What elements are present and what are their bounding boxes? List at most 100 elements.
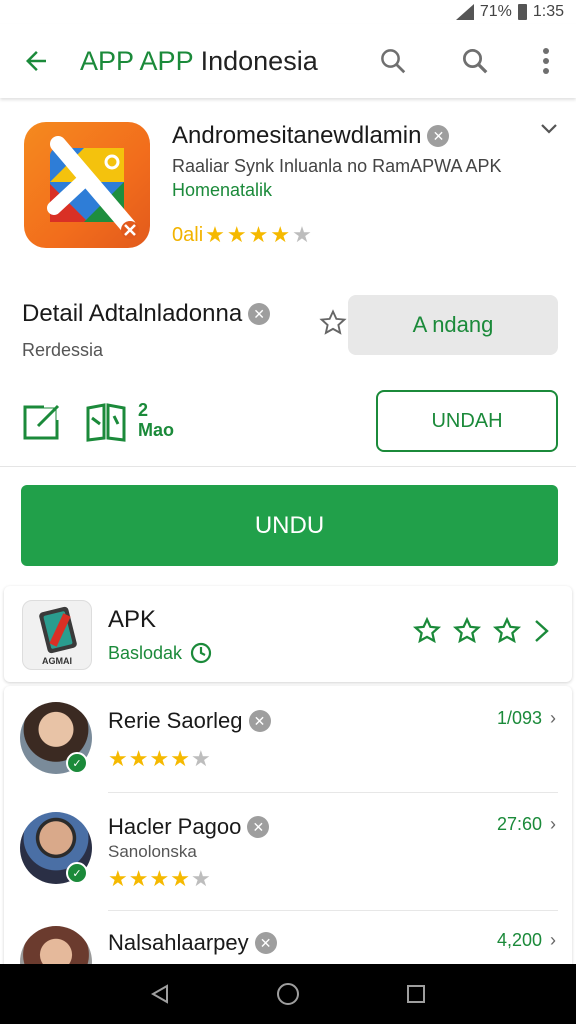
star-filled-icon: ★: [108, 866, 128, 891]
apk-subtitle: Baslodak: [108, 642, 212, 664]
square-recents-icon: [407, 985, 425, 1003]
verified-badge-icon: ✓: [66, 862, 88, 884]
edit-box-icon[interactable]: [22, 402, 62, 442]
app-logo-icon: [47, 136, 139, 239]
person-name-text: Hacler Pagoo: [108, 814, 242, 839]
person-count-text: 4,200: [496, 930, 542, 950]
install-pill-button[interactable]: A ndang: [348, 295, 558, 355]
person-rating: ★ ★ ★ ★ ★: [108, 866, 211, 892]
nav-home-button[interactable]: [268, 974, 308, 1014]
star-outline-icon: [319, 309, 347, 335]
chevron-right-icon: ›: [550, 930, 556, 950]
app-name-text: Andromesitanewdlamin: [172, 122, 422, 149]
undu-button[interactable]: UNDU: [21, 485, 558, 566]
size-value: 2: [138, 400, 149, 420]
search-icon: [381, 49, 406, 74]
app-bar-title: APP APP Indonesia: [72, 46, 352, 77]
star-filled-icon: ★: [270, 222, 291, 247]
app-developer: Raaliar Synk Inluanla no RamAPWA APK: [172, 156, 502, 176]
detail-title-text: Detail Adtalnladonna: [22, 300, 243, 327]
rating-text: 0ali: [172, 223, 204, 246]
person-name: Hacler Pagoo ✕: [108, 814, 270, 840]
person-name: Nalsahlaarpey ✕: [108, 930, 277, 956]
info-badge-icon: ✕: [248, 710, 271, 732]
app-name: Andromesitanewdlamin ✕: [172, 122, 450, 150]
triangle-back-icon: [150, 984, 168, 1004]
star-filled-icon: ★: [149, 866, 170, 891]
book-icon[interactable]: [84, 402, 128, 442]
system-nav-bar: [0, 964, 576, 1024]
star-filled-icon: ★: [170, 866, 190, 891]
person-count: 27:60 ›: [497, 814, 556, 835]
person-count-text: 27:60: [496, 814, 542, 834]
battery-icon: [517, 4, 527, 20]
developer-link[interactable]: Homenatalik: [172, 180, 272, 201]
status-bar: 71% 1:35: [0, 0, 576, 24]
back-button[interactable]: [0, 24, 72, 98]
list-item[interactable]: ✓ Hacler Pagoo ✕ Sanolonska ★ ★ ★ ★ ★ 27:60 …: [4, 804, 572, 922]
star-filled-icon: ★: [226, 222, 247, 247]
app-header: Andromesitanewdlamin ✕ Raaliar Synk Inlu…: [0, 100, 576, 280]
info-badge-icon: ✕: [427, 125, 450, 147]
star-filled-icon: ★: [248, 222, 269, 247]
person-count: 4,200 ›: [497, 930, 556, 951]
apk-title: APK: [108, 606, 157, 633]
app-bar-title-dark: Indonesia: [200, 45, 318, 76]
chevron-right-icon: ›: [550, 708, 556, 728]
wishlist-button[interactable]: [318, 308, 348, 338]
expand-button[interactable]: [540, 122, 558, 140]
divider: [108, 910, 558, 911]
info-badge-icon: ✕: [248, 303, 271, 325]
chevron-down-icon: [541, 124, 557, 134]
size-unit: Mao: [138, 420, 174, 440]
person-count: 1/093 ›: [497, 708, 556, 729]
person-subtitle: Sanolonska: [108, 842, 197, 861]
search-button-2[interactable]: [434, 24, 516, 98]
app-bar-title-green: APP APP: [80, 45, 194, 76]
more-vert-icon: [543, 48, 549, 74]
chevron-right-icon: [535, 620, 549, 642]
star-outline-icon: [492, 616, 522, 644]
star-empty-icon: ★: [190, 866, 211, 891]
divider: [108, 792, 558, 793]
download-size: 2 Mao: [138, 400, 174, 440]
signal-icon: [455, 4, 474, 20]
meta-row: 2 Mao UNDAH: [0, 390, 576, 464]
apk-rating[interactable]: [412, 616, 552, 646]
person-count-text: 1/093: [496, 708, 542, 728]
search-icon: [463, 49, 488, 74]
star-filled-icon: ★: [128, 866, 149, 891]
apk-thumb-label: AGMAI: [42, 656, 72, 666]
person-name: Rerie Saorleg ✕: [108, 708, 271, 734]
star-outline-icon: [452, 616, 482, 644]
overflow-menu-button[interactable]: [516, 24, 576, 98]
star-empty-icon: ★: [190, 746, 211, 771]
app-rating: 0ali ★ ★ ★ ★ ★: [172, 222, 312, 248]
circle-home-icon: [277, 983, 299, 1005]
detail-title: Detail Adtalnladonna ✕: [22, 300, 271, 328]
clock-icon: [190, 642, 212, 664]
star-filled-icon: ★: [149, 746, 170, 771]
nav-recents-button[interactable]: [396, 974, 436, 1014]
detail-row: Detail Adtalnladonna ✕ Rerdessia A ndang: [0, 290, 576, 380]
star-outline-icon: [412, 616, 442, 644]
battery-text: 71%: [479, 3, 512, 20]
star-filled-icon: ★: [128, 746, 149, 771]
star-filled-icon: ★: [108, 746, 128, 771]
list-item[interactable]: ✓ Rerie Saorleg ✕ ★ ★ ★ ★ ★ 1/093 ›: [4, 694, 572, 812]
app-bar: APP APP Indonesia: [0, 24, 576, 98]
star-empty-icon: ★: [292, 222, 312, 247]
clock: 1:35: [532, 3, 564, 20]
verified-badge-icon: ✓: [66, 752, 88, 774]
people-list: ✓ Rerie Saorleg ✕ ★ ★ ★ ★ ★ 1/093 › ✓ Hacler…: [4, 686, 572, 998]
apk-card[interactable]: AGMAI APK Baslodak: [4, 586, 572, 682]
nav-back-button[interactable]: [140, 974, 180, 1014]
undah-button[interactable]: UNDAH: [376, 390, 558, 452]
chevron-right-icon: ›: [550, 814, 556, 834]
search-button[interactable]: [352, 24, 434, 98]
apk-subtitle-text: Baslodak: [108, 642, 183, 663]
apk-app-icon: [39, 606, 77, 654]
person-name-text: Rerie Saorleg: [108, 708, 243, 733]
info-badge-icon: ✕: [254, 932, 277, 954]
info-badge-icon: ✕: [247, 816, 270, 838]
